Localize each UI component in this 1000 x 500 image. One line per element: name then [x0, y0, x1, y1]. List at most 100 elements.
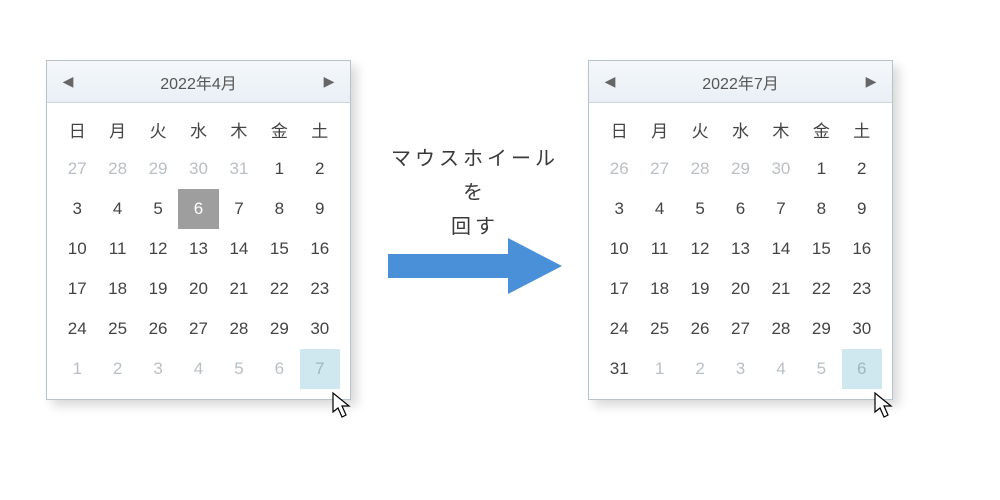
- calendar-day[interactable]: 29: [720, 149, 760, 189]
- calendar-day[interactable]: 16: [300, 229, 340, 269]
- calendar-day[interactable]: 1: [639, 349, 679, 389]
- calendar-day[interactable]: 7: [219, 189, 259, 229]
- calendar-day[interactable]: 29: [138, 149, 178, 189]
- calendar-day[interactable]: 18: [639, 269, 679, 309]
- calendar-day[interactable]: 6: [178, 189, 218, 229]
- calendar-day[interactable]: 27: [720, 309, 760, 349]
- calendar-day[interactable]: 27: [639, 149, 679, 189]
- calendar-day[interactable]: 19: [138, 269, 178, 309]
- calendar-day[interactable]: 27: [178, 309, 218, 349]
- calendar-day[interactable]: 22: [801, 269, 841, 309]
- calendar-day[interactable]: 29: [801, 309, 841, 349]
- calendar-april: ◀ 2022年4月 ▶ 日月火水木金土272829303112345678910…: [46, 60, 351, 400]
- calendar-day[interactable]: 30: [761, 149, 801, 189]
- calendar-day[interactable]: 6: [842, 349, 882, 389]
- calendar-day[interactable]: 10: [599, 229, 639, 269]
- calendar-day[interactable]: 9: [842, 189, 882, 229]
- caption-line: マウスホイールを: [380, 142, 570, 210]
- calendar-day[interactable]: 15: [801, 229, 841, 269]
- day-of-week-header: 水: [720, 109, 760, 149]
- calendar-day[interactable]: 11: [97, 229, 137, 269]
- calendar-day[interactable]: 8: [259, 189, 299, 229]
- calendar-day[interactable]: 27: [57, 149, 97, 189]
- calendar-day[interactable]: 3: [599, 189, 639, 229]
- calendar-day[interactable]: 17: [57, 269, 97, 309]
- calendar-day[interactable]: 17: [599, 269, 639, 309]
- day-of-week-header: 日: [599, 109, 639, 149]
- calendar-day[interactable]: 11: [639, 229, 679, 269]
- calendar-day[interactable]: 6: [720, 189, 760, 229]
- calendar-day[interactable]: 23: [300, 269, 340, 309]
- calendar-day[interactable]: 6: [259, 349, 299, 389]
- calendar-day[interactable]: 31: [219, 149, 259, 189]
- calendar-header: ◀ 2022年4月 ▶: [47, 61, 350, 103]
- calendar-day[interactable]: 30: [300, 309, 340, 349]
- calendar-day[interactable]: 25: [639, 309, 679, 349]
- calendar-day[interactable]: 21: [219, 269, 259, 309]
- calendar-day[interactable]: 1: [57, 349, 97, 389]
- calendar-day[interactable]: 28: [680, 149, 720, 189]
- calendar-day[interactable]: 14: [219, 229, 259, 269]
- calendar-day[interactable]: 28: [219, 309, 259, 349]
- calendar-title[interactable]: 2022年7月: [702, 70, 779, 94]
- calendar-day[interactable]: 9: [300, 189, 340, 229]
- calendar-day[interactable]: 26: [599, 149, 639, 189]
- calendar-day[interactable]: 28: [761, 309, 801, 349]
- next-month-button[interactable]: ▶: [318, 73, 340, 90]
- calendar-day[interactable]: 26: [138, 309, 178, 349]
- calendar-day[interactable]: 5: [138, 189, 178, 229]
- calendar-day[interactable]: 30: [178, 149, 218, 189]
- calendar-day[interactable]: 28: [97, 149, 137, 189]
- calendar-day[interactable]: 7: [761, 189, 801, 229]
- calendar-day[interactable]: 24: [57, 309, 97, 349]
- calendar-day[interactable]: 24: [599, 309, 639, 349]
- calendar-day[interactable]: 21: [761, 269, 801, 309]
- calendar-day[interactable]: 15: [259, 229, 299, 269]
- calendar-grid-left: 日月火水木金土272829303112345678910111213141516…: [57, 109, 340, 389]
- calendar-day[interactable]: 4: [178, 349, 218, 389]
- calendar-day[interactable]: 12: [680, 229, 720, 269]
- calendar-day[interactable]: 5: [680, 189, 720, 229]
- prev-month-button[interactable]: ◀: [599, 73, 621, 90]
- calendar-day[interactable]: 29: [259, 309, 299, 349]
- calendar-day[interactable]: 22: [259, 269, 299, 309]
- day-of-week-header: 木: [219, 109, 259, 149]
- calendar-day[interactable]: 25: [97, 309, 137, 349]
- next-month-button[interactable]: ▶: [860, 73, 882, 90]
- calendar-day[interactable]: 5: [219, 349, 259, 389]
- calendar-july: ◀ 2022年7月 ▶ 日月火水木金土262728293012345678910…: [588, 60, 893, 400]
- calendar-day[interactable]: 4: [639, 189, 679, 229]
- calendar-body: 日月火水木金土272829303112345678910111213141516…: [47, 103, 350, 399]
- calendar-day[interactable]: 2: [680, 349, 720, 389]
- calendar-body: 日月火水木金土262728293012345678910111213141516…: [589, 103, 892, 399]
- calendar-day[interactable]: 8: [801, 189, 841, 229]
- calendar-day[interactable]: 20: [178, 269, 218, 309]
- calendar-title[interactable]: 2022年4月: [160, 70, 237, 94]
- calendar-day[interactable]: 3: [138, 349, 178, 389]
- calendar-day[interactable]: 13: [720, 229, 760, 269]
- calendar-day[interactable]: 30: [842, 309, 882, 349]
- prev-month-button[interactable]: ◀: [57, 73, 79, 90]
- calendar-day[interactable]: 4: [761, 349, 801, 389]
- calendar-day[interactable]: 23: [842, 269, 882, 309]
- calendar-day[interactable]: 2: [842, 149, 882, 189]
- calendar-day[interactable]: 31: [599, 349, 639, 389]
- calendar-day[interactable]: 18: [97, 269, 137, 309]
- calendar-day[interactable]: 14: [761, 229, 801, 269]
- calendar-day[interactable]: 10: [57, 229, 97, 269]
- calendar-day[interactable]: 13: [178, 229, 218, 269]
- calendar-day[interactable]: 1: [259, 149, 299, 189]
- calendar-day[interactable]: 1: [801, 149, 841, 189]
- calendar-day[interactable]: 2: [300, 149, 340, 189]
- calendar-day[interactable]: 5: [801, 349, 841, 389]
- calendar-day[interactable]: 19: [680, 269, 720, 309]
- calendar-day[interactable]: 26: [680, 309, 720, 349]
- calendar-day[interactable]: 12: [138, 229, 178, 269]
- calendar-day[interactable]: 3: [57, 189, 97, 229]
- calendar-day[interactable]: 2: [97, 349, 137, 389]
- calendar-day[interactable]: 20: [720, 269, 760, 309]
- calendar-day[interactable]: 16: [842, 229, 882, 269]
- calendar-day[interactable]: 7: [300, 349, 340, 389]
- calendar-day[interactable]: 3: [720, 349, 760, 389]
- calendar-day[interactable]: 4: [97, 189, 137, 229]
